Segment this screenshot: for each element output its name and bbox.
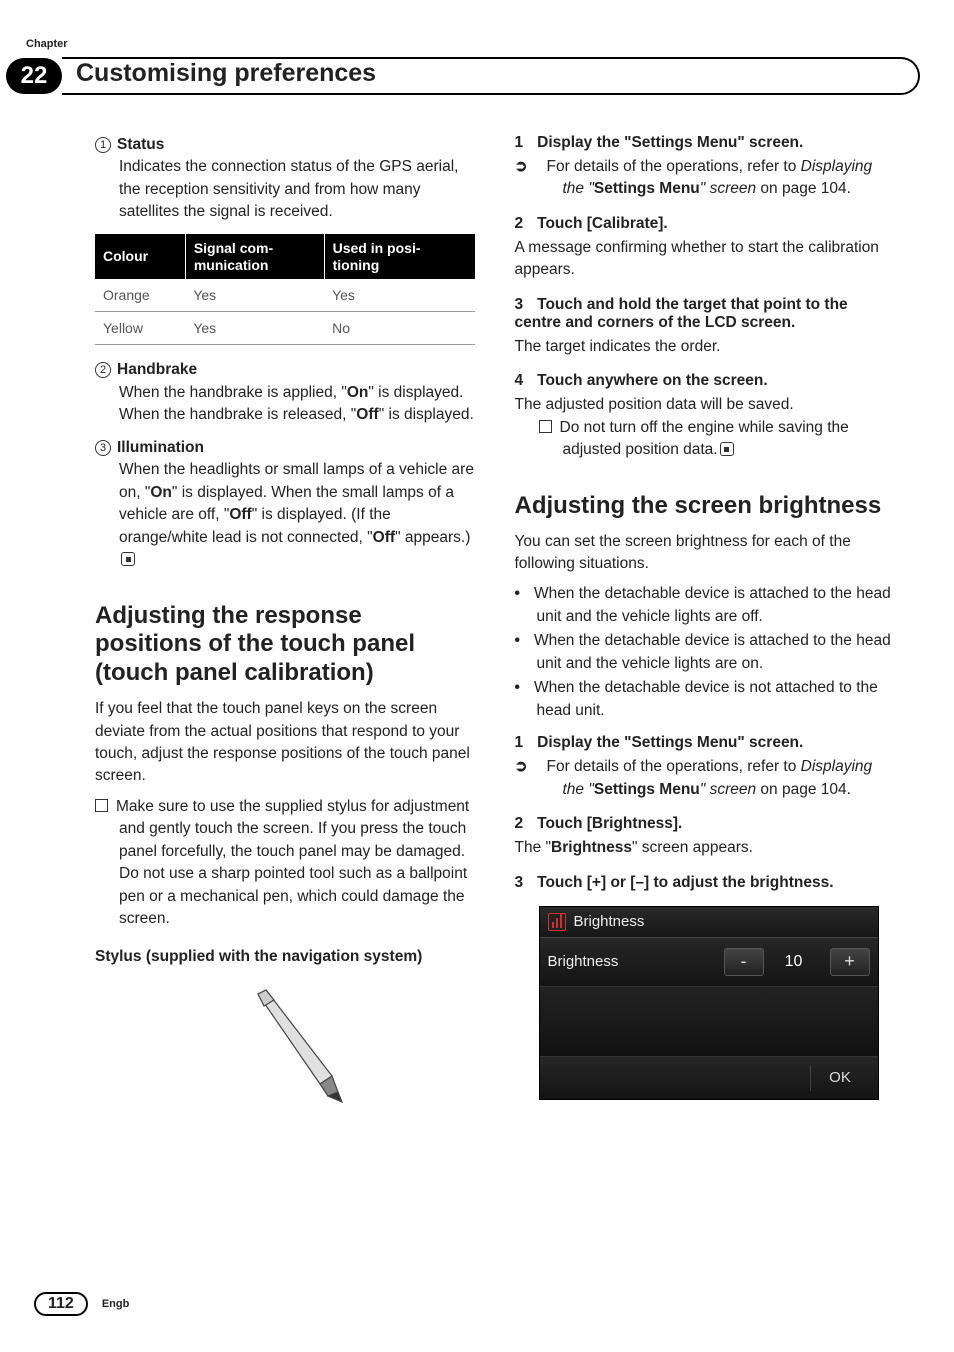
handbrake-index: 2 bbox=[95, 362, 111, 378]
page-title: Customising preferences bbox=[76, 59, 376, 88]
status-label: Status bbox=[117, 136, 164, 153]
step-note: Do not turn off the engine while saving … bbox=[539, 417, 895, 462]
step-reference: ➲For details of the operations, refer to… bbox=[539, 156, 895, 201]
step-title: Display the "Settings Menu" screen. bbox=[537, 734, 803, 751]
plus-button[interactable]: + bbox=[830, 948, 870, 976]
th-positioning: Used in posi- tioning bbox=[324, 234, 474, 280]
step-title: Touch [Brightness]. bbox=[537, 815, 682, 832]
step-number: 1 bbox=[515, 134, 524, 151]
handbrake-description: When the handbrake is applied, "On" is d… bbox=[119, 382, 475, 427]
cell: No bbox=[324, 312, 474, 345]
panel-title: Brightness bbox=[574, 913, 645, 930]
language-label: Engb bbox=[102, 1298, 130, 1310]
panel-header: Brightness bbox=[540, 907, 878, 938]
minus-button[interactable]: - bbox=[724, 948, 764, 976]
step-body: The "Brightness" screen appears. bbox=[515, 837, 895, 859]
handbrake-label: Handbrake bbox=[117, 361, 197, 378]
page-footer: 112 Engb bbox=[34, 1292, 129, 1316]
note-icon bbox=[539, 420, 552, 433]
th-signal: Signal com- munication bbox=[185, 234, 324, 280]
illumination-description: When the headlights or small lamps of a … bbox=[119, 459, 475, 571]
left-column: 1 Status Indicates the connection status … bbox=[95, 134, 475, 1129]
step-body: The adjusted position data will be saved… bbox=[515, 394, 895, 416]
cell: Yes bbox=[324, 279, 474, 312]
calibration-note: Make sure to use the supplied stylus for… bbox=[95, 796, 475, 931]
cell: Yes bbox=[185, 312, 324, 345]
touch-calibration-heading: Adjusting the response positions of the … bbox=[95, 602, 475, 688]
step-title: Touch and hold the target that point to … bbox=[515, 296, 848, 331]
cell: Yes bbox=[185, 279, 324, 312]
step-body: A message confirming whether to start th… bbox=[515, 237, 895, 282]
list-item: When the detachable device is attached t… bbox=[515, 630, 895, 675]
stylus-illustration bbox=[95, 974, 475, 1129]
brightness-situations-list: When the detachable device is attached t… bbox=[515, 583, 895, 722]
step-title: Touch [Calibrate]. bbox=[537, 215, 668, 232]
step-number: 3 bbox=[515, 296, 524, 313]
illumination-index: 3 bbox=[95, 440, 111, 456]
note-icon bbox=[95, 799, 108, 812]
step-number: 3 bbox=[515, 874, 524, 891]
step-body: The target indicates the order. bbox=[515, 336, 895, 358]
step-number: 2 bbox=[515, 815, 524, 832]
th-colour: Colour bbox=[95, 234, 185, 280]
cell: Yellow bbox=[95, 312, 185, 345]
right-column: 1 Display the "Settings Menu" screen. ➲Fo… bbox=[515, 134, 895, 1129]
ok-button[interactable]: OK bbox=[810, 1065, 870, 1091]
calibration-intro: If you feel that the touch panel keys on… bbox=[95, 698, 475, 788]
step-title: Touch [+] or [–] to adjust the brightnes… bbox=[537, 874, 833, 891]
chapter-header: 22 Customising preferences bbox=[0, 55, 954, 97]
panel-row-label: Brightness bbox=[548, 953, 718, 970]
step-number: 2 bbox=[515, 215, 524, 232]
step-number: 4 bbox=[515, 372, 524, 389]
table-row: Orange Yes Yes bbox=[95, 279, 475, 312]
brightness-panel: Brightness Brightness - 10 + OK bbox=[539, 906, 879, 1100]
table-row: Yellow Yes No bbox=[95, 312, 475, 345]
step-reference: ➲For details of the operations, refer to… bbox=[539, 756, 895, 801]
end-mark-icon bbox=[121, 552, 135, 566]
stylus-heading: Stylus (supplied with the navigation sys… bbox=[95, 947, 475, 968]
end-mark-icon bbox=[720, 442, 734, 456]
chapter-label: Chapter bbox=[26, 38, 68, 50]
panel-spacer bbox=[540, 987, 878, 1057]
step-title: Touch anywhere on the screen. bbox=[537, 372, 768, 389]
status-index: 1 bbox=[95, 137, 111, 153]
status-table: Colour Signal com- munication Used in po… bbox=[95, 234, 475, 346]
illumination-label: Illumination bbox=[117, 439, 204, 456]
brightness-intro: You can set the screen brightness for ea… bbox=[515, 531, 895, 576]
brightness-heading: Adjusting the screen brightness bbox=[515, 492, 895, 521]
list-item: When the detachable device is attached t… bbox=[515, 583, 895, 628]
cell: Orange bbox=[95, 279, 185, 312]
step-number: 1 bbox=[515, 734, 524, 751]
page-number: 112 bbox=[34, 1292, 88, 1316]
brightness-value: 10 bbox=[764, 953, 824, 971]
chapter-number-pill: 22 bbox=[6, 58, 62, 94]
brightness-icon bbox=[548, 913, 566, 931]
step-title: Display the "Settings Menu" screen. bbox=[537, 134, 803, 151]
list-item: When the detachable device is not attach… bbox=[515, 677, 895, 722]
status-description: Indicates the connection status of the G… bbox=[119, 156, 475, 223]
